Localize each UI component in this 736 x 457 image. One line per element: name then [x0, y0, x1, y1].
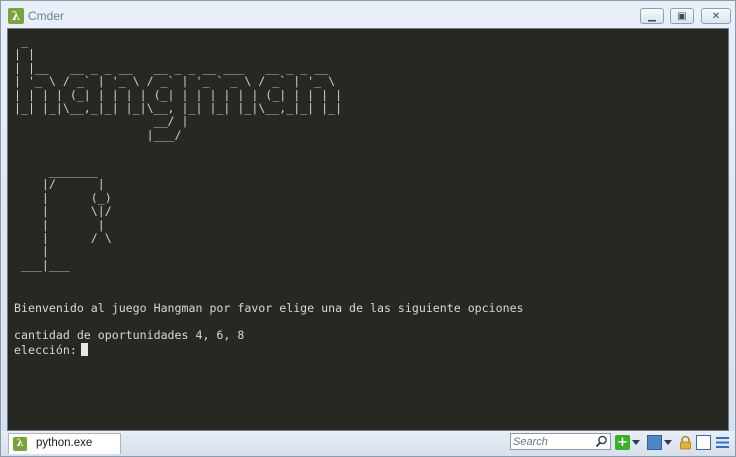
add-console-icon[interactable]: + [615, 435, 630, 450]
welcome-message: Bienvenido al juego Hangman por favor el… [14, 301, 524, 315]
search-icon[interactable] [595, 435, 608, 448]
tab-python-exe[interactable]: λ python.exe [8, 433, 121, 454]
lock-icon[interactable] [678, 435, 693, 450]
options-message: cantidad de oportunidades 4, 6, 8 [14, 328, 245, 342]
window-title: Cmder [28, 9, 65, 23]
status-bar: λ python.exe + [1, 431, 735, 456]
app-icon[interactable]: λ [8, 8, 24, 24]
terminal-console[interactable]: _ | | | |__ __ _ _ __ __ _ _ __ ___ __ _… [7, 28, 729, 431]
console-tab-icon: λ [13, 437, 27, 451]
prompt-label: elección: [14, 343, 77, 357]
close-button[interactable]: ✕ [701, 8, 731, 24]
minimize-icon: ▁ [648, 11, 656, 22]
maximize-icon: ▣ [677, 11, 687, 22]
search-input[interactable] [513, 434, 595, 449]
chevron-down-icon[interactable] [632, 440, 640, 445]
menu-icon[interactable] [715, 435, 730, 450]
view-icon[interactable] [696, 435, 711, 450]
search-box[interactable] [510, 433, 611, 450]
tab-label: python.exe [36, 437, 93, 449]
maximize-button[interactable]: ▣ [670, 8, 694, 24]
title-bar[interactable]: λ Cmder ▁ ▣ ✕ [1, 1, 735, 27]
close-icon: ✕ [711, 11, 721, 22]
hangman-banner: _ | | | |__ __ _ _ __ __ _ _ __ ___ __ _… [14, 34, 343, 142]
text-cursor [80, 343, 88, 356]
input-prompt-line[interactable]: elección: [14, 343, 88, 358]
chevron-down-icon[interactable] [664, 440, 672, 445]
gallows-art: _______ |/ | | (_) | \|/ | | | / \ | ___… [20, 164, 112, 272]
split-icon[interactable] [647, 435, 662, 450]
cmder-window: λ Cmder ▁ ▣ ✕ _ | | | |__ __ _ _ __ __ _… [0, 0, 736, 457]
minimize-button[interactable]: ▁ [640, 8, 664, 24]
